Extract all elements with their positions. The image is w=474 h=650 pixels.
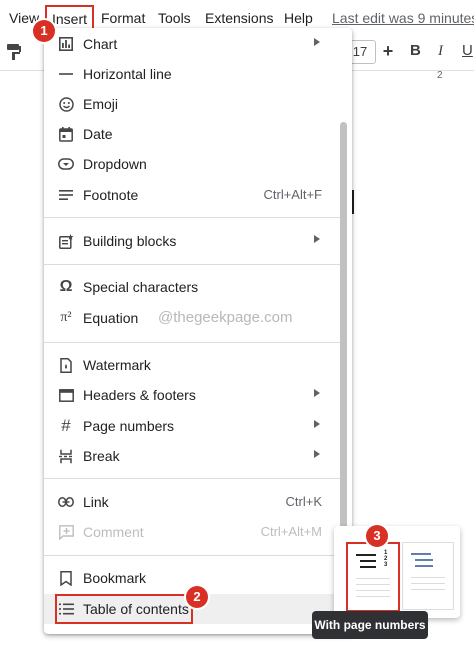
add-comment-icon	[57, 524, 75, 540]
toc-page-digit: 3	[384, 562, 388, 568]
menu-item-label: Watermark	[83, 357, 151, 373]
menu-item-building-blocks[interactable]: Building blocks	[44, 226, 340, 256]
menu-item-chart[interactable]: Chart	[44, 29, 340, 59]
submenu-arrow-icon	[314, 38, 320, 46]
menu-divider	[44, 217, 340, 218]
emoji-icon	[57, 96, 75, 112]
menu-item-label: Emoji	[83, 96, 119, 112]
link-icon	[57, 494, 75, 510]
hash-icon: #	[61, 416, 71, 435]
menu-item-link[interactable]: Link Ctrl+K	[44, 487, 340, 517]
menu-item-watermark[interactable]: Watermark	[44, 350, 340, 380]
menu-divider	[44, 264, 340, 265]
document-page[interactable]	[352, 84, 474, 524]
step-badge-3: 3	[366, 525, 388, 547]
ruler: 2	[352, 70, 474, 85]
menu-format[interactable]: Format	[101, 9, 145, 27]
footnote-icon	[57, 187, 75, 203]
menu-item-page-numbers[interactable]: # Page numbers	[44, 411, 340, 441]
step-badge-1: 1	[33, 20, 55, 42]
menu-item-label: Footnote	[83, 187, 139, 203]
menu-divider	[44, 342, 340, 343]
tooltip: With page numbers	[312, 611, 428, 639]
menu-item-label: Headers & footers	[83, 387, 196, 403]
step-badge-2: 2	[186, 586, 208, 608]
shortcut-text: Ctrl+K	[285, 494, 322, 509]
menu-item-label: Chart	[83, 36, 118, 52]
menu-item-label: Special characters	[83, 279, 199, 295]
menu-divider	[44, 478, 340, 479]
underline-button[interactable]: U	[462, 41, 473, 61]
bold-button[interactable]: B	[410, 41, 421, 61]
menu-item-label: Building blocks	[83, 233, 177, 249]
increase-font-size-button[interactable]: +	[378, 41, 398, 61]
menu-item-label: Dropdown	[83, 156, 147, 172]
toc-with-blue-links-icon	[411, 553, 445, 590]
menu-item-label: Comment	[83, 524, 144, 540]
menu-item-label: Link	[83, 494, 109, 510]
annotation-highlight-box	[55, 594, 193, 624]
chart-icon	[57, 36, 75, 52]
menu-extensions[interactable]: Extensions	[205, 9, 273, 27]
headers-footers-icon	[57, 387, 75, 403]
menu-item-emoji[interactable]: Emoji	[44, 89, 340, 119]
horizontal-line-icon	[57, 66, 75, 82]
menu-item-label: Page numbers	[83, 418, 175, 434]
pi-squared-icon: π²	[60, 310, 72, 325]
menu-item-footnote[interactable]: Footnote Ctrl+Alt+F	[44, 180, 340, 210]
omega-icon: Ω	[59, 278, 73, 295]
toc-submenu: 1 2 3	[334, 526, 460, 618]
ruler-number: 2	[437, 70, 443, 81]
menu-item-special-characters[interactable]: Ω Special characters	[44, 272, 340, 302]
submenu-arrow-icon	[314, 450, 320, 458]
site-watermark: @thegeekpage.com	[158, 309, 293, 326]
menu-item-label: Equation	[83, 310, 139, 326]
menu-item-date[interactable]: Date	[44, 119, 340, 149]
shortcut-text: Ctrl+Alt+F	[263, 187, 322, 202]
watermark-icon	[57, 357, 75, 373]
menu-item-label: Date	[83, 126, 113, 142]
break-icon	[57, 448, 75, 464]
menu-item-label: Bookmark	[83, 570, 147, 586]
menu-item-break[interactable]: Break	[44, 441, 340, 471]
submenu-arrow-icon	[314, 389, 320, 397]
menu-help[interactable]: Help	[284, 9, 313, 27]
menu-tools[interactable]: Tools	[158, 9, 191, 27]
italic-button[interactable]: I	[438, 41, 443, 61]
menu-item-horizontal-line[interactable]: Horizontal line	[44, 59, 340, 89]
dropdown-chip-icon	[57, 156, 75, 172]
menu-item-dropdown[interactable]: Dropdown	[44, 149, 340, 179]
menu-item-comment: Comment Ctrl+Alt+M	[44, 517, 340, 547]
menu-item-label: Horizontal line	[83, 66, 172, 82]
bookmark-icon	[57, 570, 75, 586]
toc-with-blue-links-option[interactable]	[402, 542, 454, 610]
last-edit-link[interactable]: Last edit was 9 minutes	[332, 9, 474, 27]
menu-divider	[44, 555, 340, 556]
toc-with-page-numbers-icon	[356, 554, 390, 597]
toc-with-page-numbers-option[interactable]: 1 2 3	[346, 542, 400, 612]
shortcut-text: Ctrl+Alt+M	[260, 524, 322, 539]
text-cursor	[352, 190, 354, 214]
menu-item-label: Break	[83, 448, 120, 464]
calendar-icon	[57, 126, 75, 142]
submenu-arrow-icon	[314, 235, 320, 243]
paint-format-icon[interactable]	[6, 43, 22, 61]
submenu-arrow-icon	[314, 420, 320, 428]
menu-item-headers-footers[interactable]: Headers & footers	[44, 380, 340, 410]
building-blocks-icon	[57, 233, 75, 249]
insert-menu: Chart Horizontal line Emoji Date Dropdow…	[44, 28, 352, 634]
